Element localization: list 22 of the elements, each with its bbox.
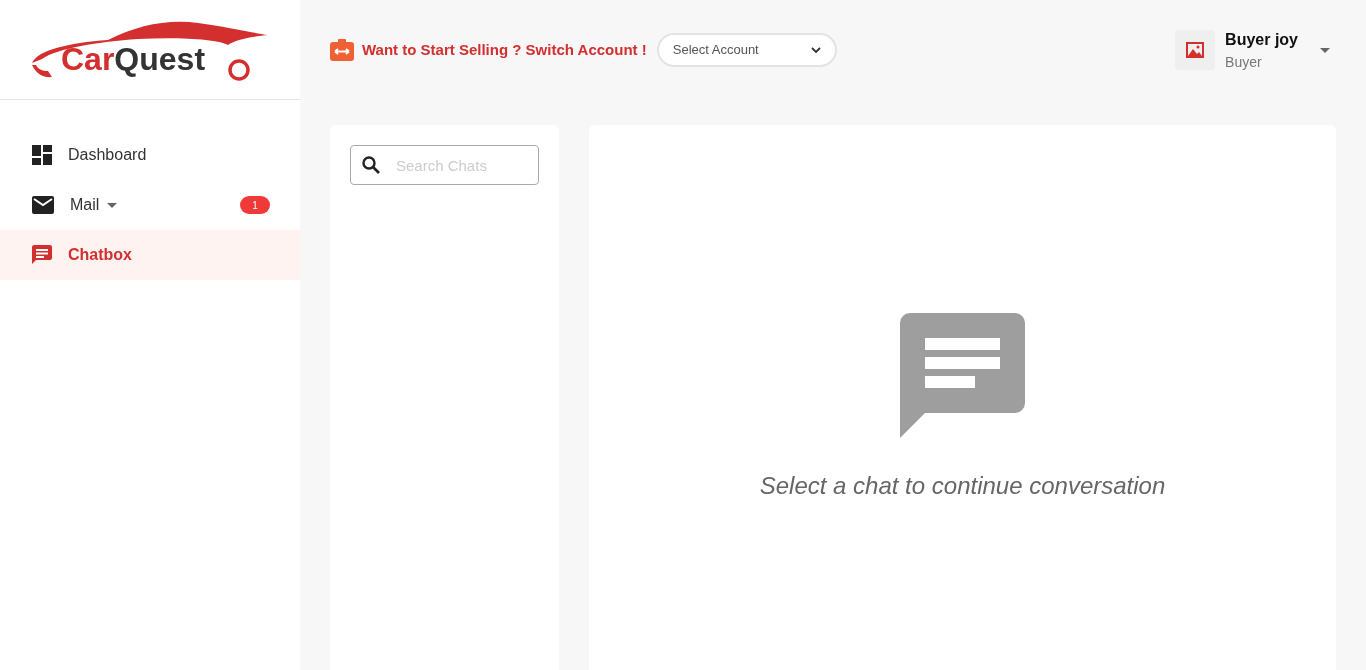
sidebar-label: Chatbox xyxy=(68,245,132,265)
search-icon xyxy=(362,156,380,174)
sidebar-item[interactable]: Chatbox xyxy=(0,230,300,280)
user-name: Buyer joy xyxy=(1225,29,1298,50)
sidebar-item[interactable]: Dashboard xyxy=(0,130,300,180)
sidebar-label: Dashboard xyxy=(68,145,147,165)
dashboard-icon xyxy=(32,145,52,165)
user-role: Buyer xyxy=(1225,52,1263,72)
mail-icon xyxy=(32,196,54,214)
empty-state-message: Select a chat to continue conversation xyxy=(759,471,1166,501)
briefcase-icon xyxy=(330,39,354,61)
chat-icon xyxy=(32,245,52,265)
notification-count: 1 xyxy=(240,196,270,214)
sidebar-label: Mail xyxy=(70,195,100,215)
account-select[interactable]: Select Account xyxy=(656,33,837,67)
sidebar-item[interactable]: Mail 1 xyxy=(0,180,300,230)
logo-text: CarQuest xyxy=(61,42,206,75)
switch-account-prompt: Want to Start Selling ? Switch Account ! xyxy=(362,39,647,60)
caret-icon[interactable] xyxy=(1320,47,1330,53)
chat-icon xyxy=(900,313,1025,438)
chevron-icon xyxy=(810,47,821,53)
image-icon xyxy=(1186,42,1205,58)
